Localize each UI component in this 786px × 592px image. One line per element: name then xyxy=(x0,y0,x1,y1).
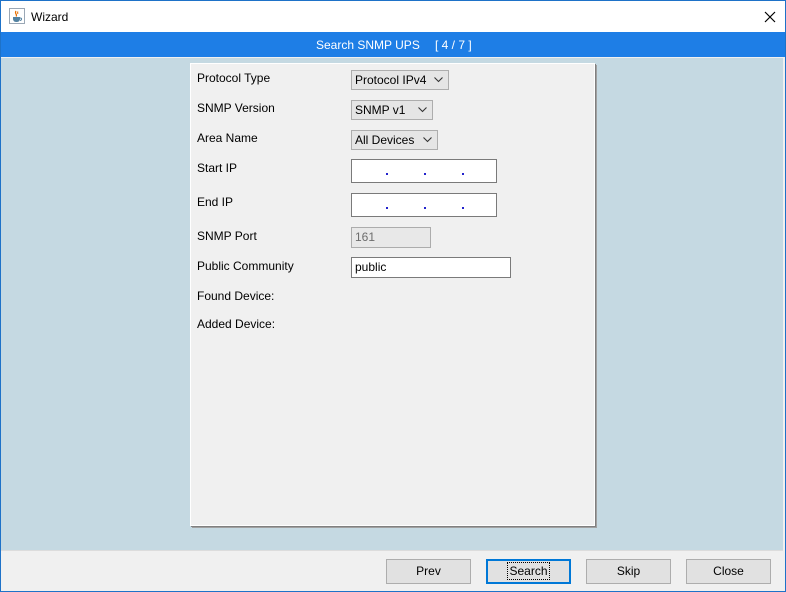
added-device-label: Added Device: xyxy=(197,317,276,331)
area-name-value: All Devices xyxy=(355,133,415,147)
snmp-port-label: SNMP Port xyxy=(197,229,257,243)
end-ip-label: End IP xyxy=(197,195,234,209)
search-button-label: Search xyxy=(507,562,550,580)
ip-separator-dot xyxy=(386,207,388,209)
found-device-label: Found Device: xyxy=(197,289,275,303)
banner-title: Search SNMP UPS xyxy=(316,38,420,52)
snmp-version-label: SNMP Version xyxy=(197,101,275,115)
start-ip-input[interactable] xyxy=(351,159,497,183)
step-indicator: [ 4 / 7 ] xyxy=(435,38,472,52)
protocol-type-select[interactable]: Protocol IPv4 xyxy=(351,70,449,90)
protocol-type-value: Protocol IPv4 xyxy=(355,73,427,87)
prev-button-label: Prev xyxy=(416,564,441,578)
step-banner: Search SNMP UPS [ 4 / 7 ] xyxy=(1,32,785,57)
skip-button-label: Skip xyxy=(616,564,641,578)
area-name-label: Area Name xyxy=(197,131,258,145)
chevron-down-icon xyxy=(418,107,427,113)
snmp-version-select[interactable]: SNMP v1 xyxy=(351,100,433,120)
close-button-label: Close xyxy=(713,564,744,578)
window-title: Wizard xyxy=(31,10,69,24)
area-name-select[interactable]: All Devices xyxy=(351,130,438,150)
ip-separator-dot xyxy=(462,173,464,175)
skip-button[interactable]: Skip xyxy=(586,559,671,584)
end-ip-input[interactable] xyxy=(351,193,497,217)
java-cup-icon xyxy=(9,8,25,24)
title-bar: Wizard xyxy=(1,1,785,32)
public-community-label: Public Community xyxy=(197,259,294,273)
ip-separator-dot xyxy=(386,173,388,175)
chevron-down-icon xyxy=(434,77,443,83)
protocol-type-label: Protocol Type xyxy=(197,71,271,85)
ip-separator-dot xyxy=(424,207,426,209)
close-button[interactable]: Close xyxy=(686,559,771,584)
prev-button[interactable]: Prev xyxy=(386,559,471,584)
snmp-version-value: SNMP v1 xyxy=(355,103,406,117)
ip-separator-dot xyxy=(424,173,426,175)
public-community-field[interactable]: public xyxy=(351,257,511,278)
search-button[interactable]: Search xyxy=(486,559,571,584)
chevron-down-icon xyxy=(423,137,432,143)
start-ip-label: Start IP xyxy=(197,161,238,175)
snmp-port-field[interactable]: 161 xyxy=(351,227,431,248)
ip-separator-dot xyxy=(462,207,464,209)
close-icon[interactable] xyxy=(755,1,785,32)
